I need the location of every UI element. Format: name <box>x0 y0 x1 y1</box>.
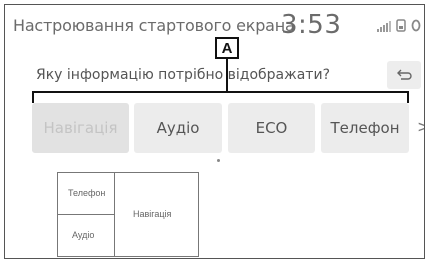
clock: 3:53 <box>281 10 342 40</box>
callout-stem <box>226 59 228 92</box>
preview-right-label: Навігація <box>133 209 172 219</box>
bluetooth-icon <box>411 19 421 32</box>
phone-icon <box>396 19 406 32</box>
next-page-arrow[interactable]: > <box>417 117 424 136</box>
tab-phone[interactable]: Телефон <box>321 103 409 153</box>
callout-bracket-top <box>32 91 409 93</box>
question-label: Яку інформацію потрібно відображати? <box>36 67 330 83</box>
page-indicator <box>217 159 220 162</box>
tab-navigation[interactable]: Навігація <box>32 103 129 153</box>
start-screen-settings: Настроювання стартового екрана 3:53 Яку … <box>4 4 425 259</box>
preview-bottom-left-label: Аудіо <box>72 230 95 240</box>
callout-bracket-left <box>32 91 34 103</box>
status-bar <box>377 19 421 32</box>
preview-divider-horizontal <box>58 214 114 215</box>
callout-label: A <box>215 37 239 59</box>
back-button[interactable] <box>387 61 421 89</box>
back-arrow-icon <box>395 66 413 85</box>
tab-eco[interactable]: ECO <box>228 103 315 153</box>
preview-divider-vertical <box>114 173 115 256</box>
layout-preview: Телефон Аудіо Навігація <box>57 172 199 257</box>
signal-icon <box>377 20 391 32</box>
tab-audio[interactable]: Аудіо <box>134 103 222 153</box>
preview-top-left-label: Телефон <box>68 188 106 198</box>
page-title: Настроювання стартового екрана <box>13 16 295 35</box>
callout-bracket-right <box>407 91 409 103</box>
